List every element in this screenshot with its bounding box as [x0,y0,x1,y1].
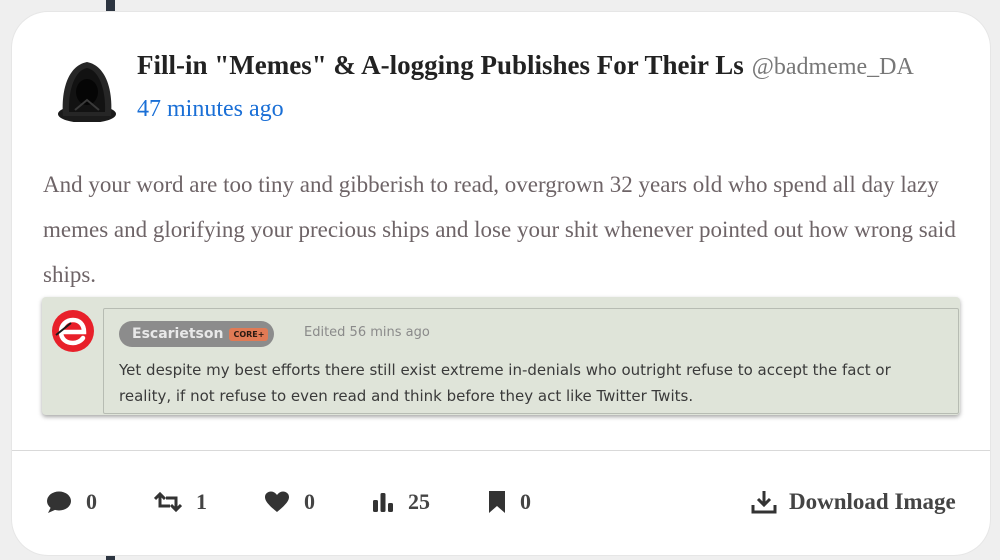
author-name[interactable]: Fill-in "Memes" & A-logging Publishes Fo… [137,50,744,80]
like-button[interactable]: 0 [264,485,315,519]
quote-content: Escarietson CORE+ Edited 56 mins ago Yet… [103,308,959,414]
views-icon [372,491,394,513]
site-logo-icon [51,309,95,353]
repost-icon [154,491,182,513]
comment-count: 0 [86,489,97,514]
quote-username: Escarietson [132,326,224,342]
heart-icon [264,491,290,513]
views-button[interactable]: 25 [372,485,430,519]
like-count: 0 [304,489,315,514]
bookmark-icon [488,490,506,514]
author-row: Fill-in "Memes" & A-logging Publishes Fo… [137,50,914,81]
repost-button[interactable]: 1 [154,485,207,519]
quote-edited-time: Edited 56 mins ago [304,325,430,340]
author-handle[interactable]: @badmeme_DA [752,54,914,80]
comment-button[interactable]: 0 [46,485,97,519]
core-plus-badge: CORE+ [229,327,269,341]
download-icon [751,489,777,515]
bookmark-count: 0 [520,489,531,514]
post-body: And your word are too tiny and gibberish… [43,172,956,287]
avatar[interactable] [55,52,119,123]
post-card: Fill-in "Memes" & A-logging Publishes Fo… [12,12,990,555]
quoted-comment[interactable]: Escarietson CORE+ Edited 56 mins ago Yet… [42,297,960,415]
action-bar: 0 1 0 25 0 Download Image [12,485,990,519]
comment-icon [46,490,72,514]
repost-count: 1 [196,489,207,514]
views-count: 25 [408,489,430,514]
post-timestamp[interactable]: 47 minutes ago [137,96,284,123]
quote-user-pill[interactable]: Escarietson CORE+ [119,321,275,347]
divider [12,450,990,451]
download-image-button[interactable]: Download Image [751,485,956,519]
download-label: Download Image [789,489,956,514]
bookmark-button[interactable]: 0 [488,485,531,519]
quote-text: Yet despite my best efforts there still … [119,361,891,405]
